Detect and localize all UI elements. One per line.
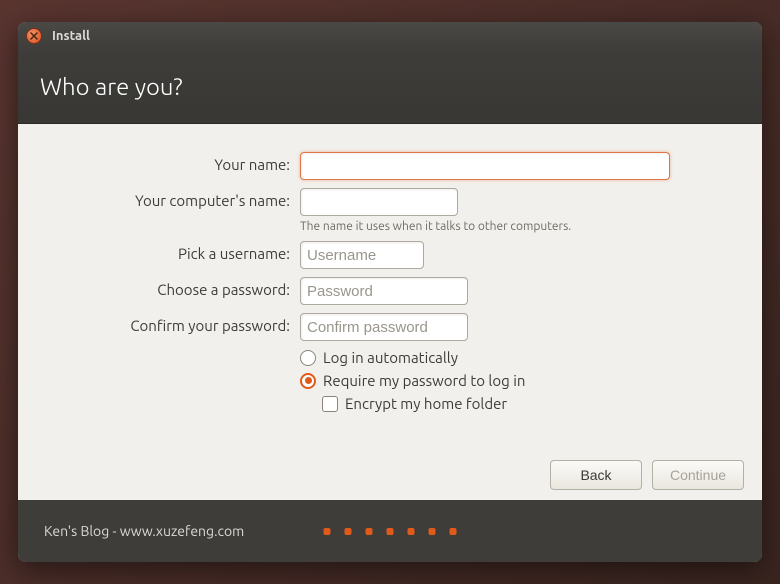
row-computer: Your computer's name: The name it uses w… bbox=[46, 188, 734, 233]
row-username: Pick a username: bbox=[46, 241, 734, 269]
button-bar: Back Continue bbox=[18, 450, 762, 500]
titlebar: Install bbox=[18, 22, 762, 50]
close-button[interactable] bbox=[26, 28, 42, 44]
radio-auto-login[interactable]: Log in automatically bbox=[300, 349, 734, 366]
dot-icon bbox=[345, 528, 352, 535]
computer-label: Your computer's name: bbox=[46, 188, 300, 209]
row-name: Your name: bbox=[46, 152, 734, 180]
dot-icon bbox=[429, 528, 436, 535]
username-label: Pick a username: bbox=[46, 241, 300, 262]
dot-icon bbox=[450, 528, 457, 535]
close-icon bbox=[30, 32, 38, 40]
radio-require-password[interactable]: Require my password to log in bbox=[300, 372, 734, 389]
computer-name-input[interactable] bbox=[300, 188, 458, 216]
row-login-options: Log in automatically Require my password… bbox=[46, 349, 734, 418]
install-window: Install Who are you? Your name: Your com… bbox=[18, 22, 762, 562]
dot-icon bbox=[387, 528, 394, 535]
dot-icon bbox=[366, 528, 373, 535]
page-title: Who are you? bbox=[40, 73, 183, 100]
window-title: Install bbox=[52, 29, 90, 43]
dot-icon bbox=[324, 528, 331, 535]
name-label: Your name: bbox=[46, 152, 300, 173]
row-password: Choose a password: bbox=[46, 277, 734, 305]
back-button[interactable]: Back bbox=[550, 460, 642, 490]
encrypt-label: Encrypt my home folder bbox=[345, 395, 507, 412]
radio-icon bbox=[300, 350, 316, 366]
dot-icon bbox=[408, 528, 415, 535]
confirm-label: Confirm your password: bbox=[46, 313, 300, 334]
password-label: Choose a password: bbox=[46, 277, 300, 298]
row-confirm: Confirm your password: bbox=[46, 313, 734, 341]
password-input[interactable] bbox=[300, 277, 468, 305]
auto-login-label: Log in automatically bbox=[323, 349, 458, 366]
header: Who are you? bbox=[18, 50, 762, 124]
confirm-password-input[interactable] bbox=[300, 313, 468, 341]
username-input[interactable] bbox=[300, 241, 424, 269]
progress-dots bbox=[324, 528, 457, 535]
radio-icon bbox=[300, 373, 316, 389]
form-content: Your name: Your computer's name: The nam… bbox=[18, 124, 762, 450]
footer: Ken's Blog - www.xuzefeng.com bbox=[18, 500, 762, 562]
checkbox-encrypt-home[interactable]: Encrypt my home folder bbox=[322, 395, 734, 412]
computer-hint: The name it uses when it talks to other … bbox=[300, 220, 734, 233]
name-input[interactable] bbox=[300, 152, 670, 180]
require-password-label: Require my password to log in bbox=[323, 372, 525, 389]
checkbox-icon bbox=[322, 396, 338, 412]
footer-text: Ken's Blog - www.xuzefeng.com bbox=[44, 523, 244, 539]
continue-button: Continue bbox=[652, 460, 744, 490]
